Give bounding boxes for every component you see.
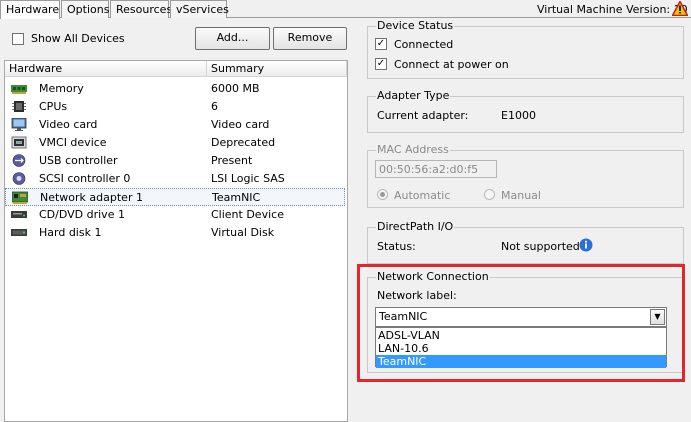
warning-icon — [672, 1, 688, 16]
manual-radio[interactable] — [484, 189, 495, 200]
current-adapter-value: E1000 — [501, 109, 536, 122]
directpath-status-label: Status: — [377, 240, 416, 253]
device-status-title: Device Status — [376, 19, 455, 32]
hardware-summary: Client Device — [211, 208, 284, 221]
hardware-summary: TeamNIC — [212, 191, 261, 204]
column-header-summary[interactable]: Summary — [207, 61, 347, 77]
column-header-hardware[interactable]: Hardware — [5, 61, 207, 77]
hardware-name: Network adapter 1 — [40, 191, 143, 204]
hardware-summary: Deprecated — [211, 136, 276, 149]
hardware-row-memory[interactable]: Memory 6000 MB — [5, 80, 345, 98]
hardware-row-scsi-controller[interactable]: SCSI controller 0 LSI Logic SAS — [5, 170, 345, 188]
adapter-type-title: Adapter Type — [376, 89, 451, 102]
hardware-summary: 6000 MB — [211, 82, 260, 95]
tab-resources[interactable]: Resources — [110, 0, 172, 18]
hardware-summary: 6 — [211, 100, 218, 113]
memory-icon — [11, 85, 27, 94]
usb-icon — [12, 154, 26, 167]
cpu-icon — [12, 101, 26, 112]
hardware-row-cpus[interactable]: CPUs 6 — [5, 98, 345, 116]
scsi-icon — [12, 172, 26, 185]
tab-hardware[interactable]: Hardware — [0, 0, 60, 19]
hardware-name: Memory — [39, 82, 84, 95]
hardware-row-video-card[interactable]: Video card Video card — [5, 116, 345, 134]
hardware-summary: LSI Logic SAS — [211, 172, 285, 185]
hardware-name: SCSI controller 0 — [39, 172, 131, 185]
hardware-row-usb-controller[interactable]: USB controller Present — [5, 152, 345, 170]
hardware-summary: Virtual Disk — [211, 226, 275, 239]
tab-options[interactable]: Options — [61, 0, 109, 18]
directpath-status-value: Not supported — [501, 240, 580, 253]
automatic-radio[interactable] — [377, 189, 388, 200]
tab-vservices[interactable]: vServices — [170, 0, 229, 18]
hardware-name: Hard disk 1 — [39, 226, 102, 239]
mac-address-field[interactable]: 00:50:56:a2:d0:f5 — [375, 160, 497, 178]
connected-label: Connected — [394, 38, 454, 51]
monitor-icon — [11, 118, 27, 131]
manual-label: Manual — [501, 189, 541, 202]
hardware-row-vmci-device[interactable]: VMCI device Deprecated — [5, 134, 345, 152]
hardware-name: CPUs — [39, 100, 68, 113]
hardware-row-network-adapter[interactable]: Network adapter 1 TeamNIC — [5, 188, 345, 206]
network-adapter-icon — [12, 191, 28, 204]
cd-dvd-icon — [11, 211, 27, 218]
show-all-devices-label: Show All Devices — [31, 32, 125, 45]
connected-checkbox[interactable]: ✓ — [375, 38, 387, 50]
hardware-row-hard-disk[interactable]: Hard disk 1 Virtual Disk — [5, 224, 345, 242]
connect-at-power-on-label: Connect at power on — [394, 58, 509, 71]
show-all-devices-checkbox[interactable] — [12, 33, 24, 45]
hardware-summary: Video card — [211, 118, 270, 131]
vmci-device-icon — [11, 136, 27, 149]
automatic-label: Automatic — [394, 189, 451, 202]
hardware-row-cd-dvd-drive[interactable]: CD/DVD drive 1 Client Device — [5, 206, 345, 224]
hard-disk-icon — [11, 229, 27, 236]
connect-at-power-on-checkbox[interactable]: ✓ — [375, 58, 387, 70]
hardware-name: VMCI device — [39, 136, 107, 149]
current-adapter-label: Current adapter: — [377, 109, 469, 122]
add-button[interactable]: Add... — [195, 27, 270, 50]
remove-button[interactable]: Remove — [273, 27, 347, 50]
highlight-box — [357, 264, 685, 382]
hardware-summary: Present — [211, 154, 253, 167]
device-status-group: Device Status — [367, 19, 684, 79]
hardware-name: Video card — [39, 118, 98, 131]
hardware-name: CD/DVD drive 1 — [39, 208, 125, 221]
hardware-name: USB controller — [39, 154, 118, 167]
mac-address-title: MAC Address — [376, 143, 450, 156]
directpath-title: DirectPath I/O — [376, 220, 455, 233]
vm-version-label: Virtual Machine Version: 10 — [537, 3, 688, 16]
info-icon[interactable] — [579, 238, 593, 252]
hardware-list[interactable]: Hardware Summary Memory 6000 MB CPUs 6 V… — [4, 60, 348, 422]
